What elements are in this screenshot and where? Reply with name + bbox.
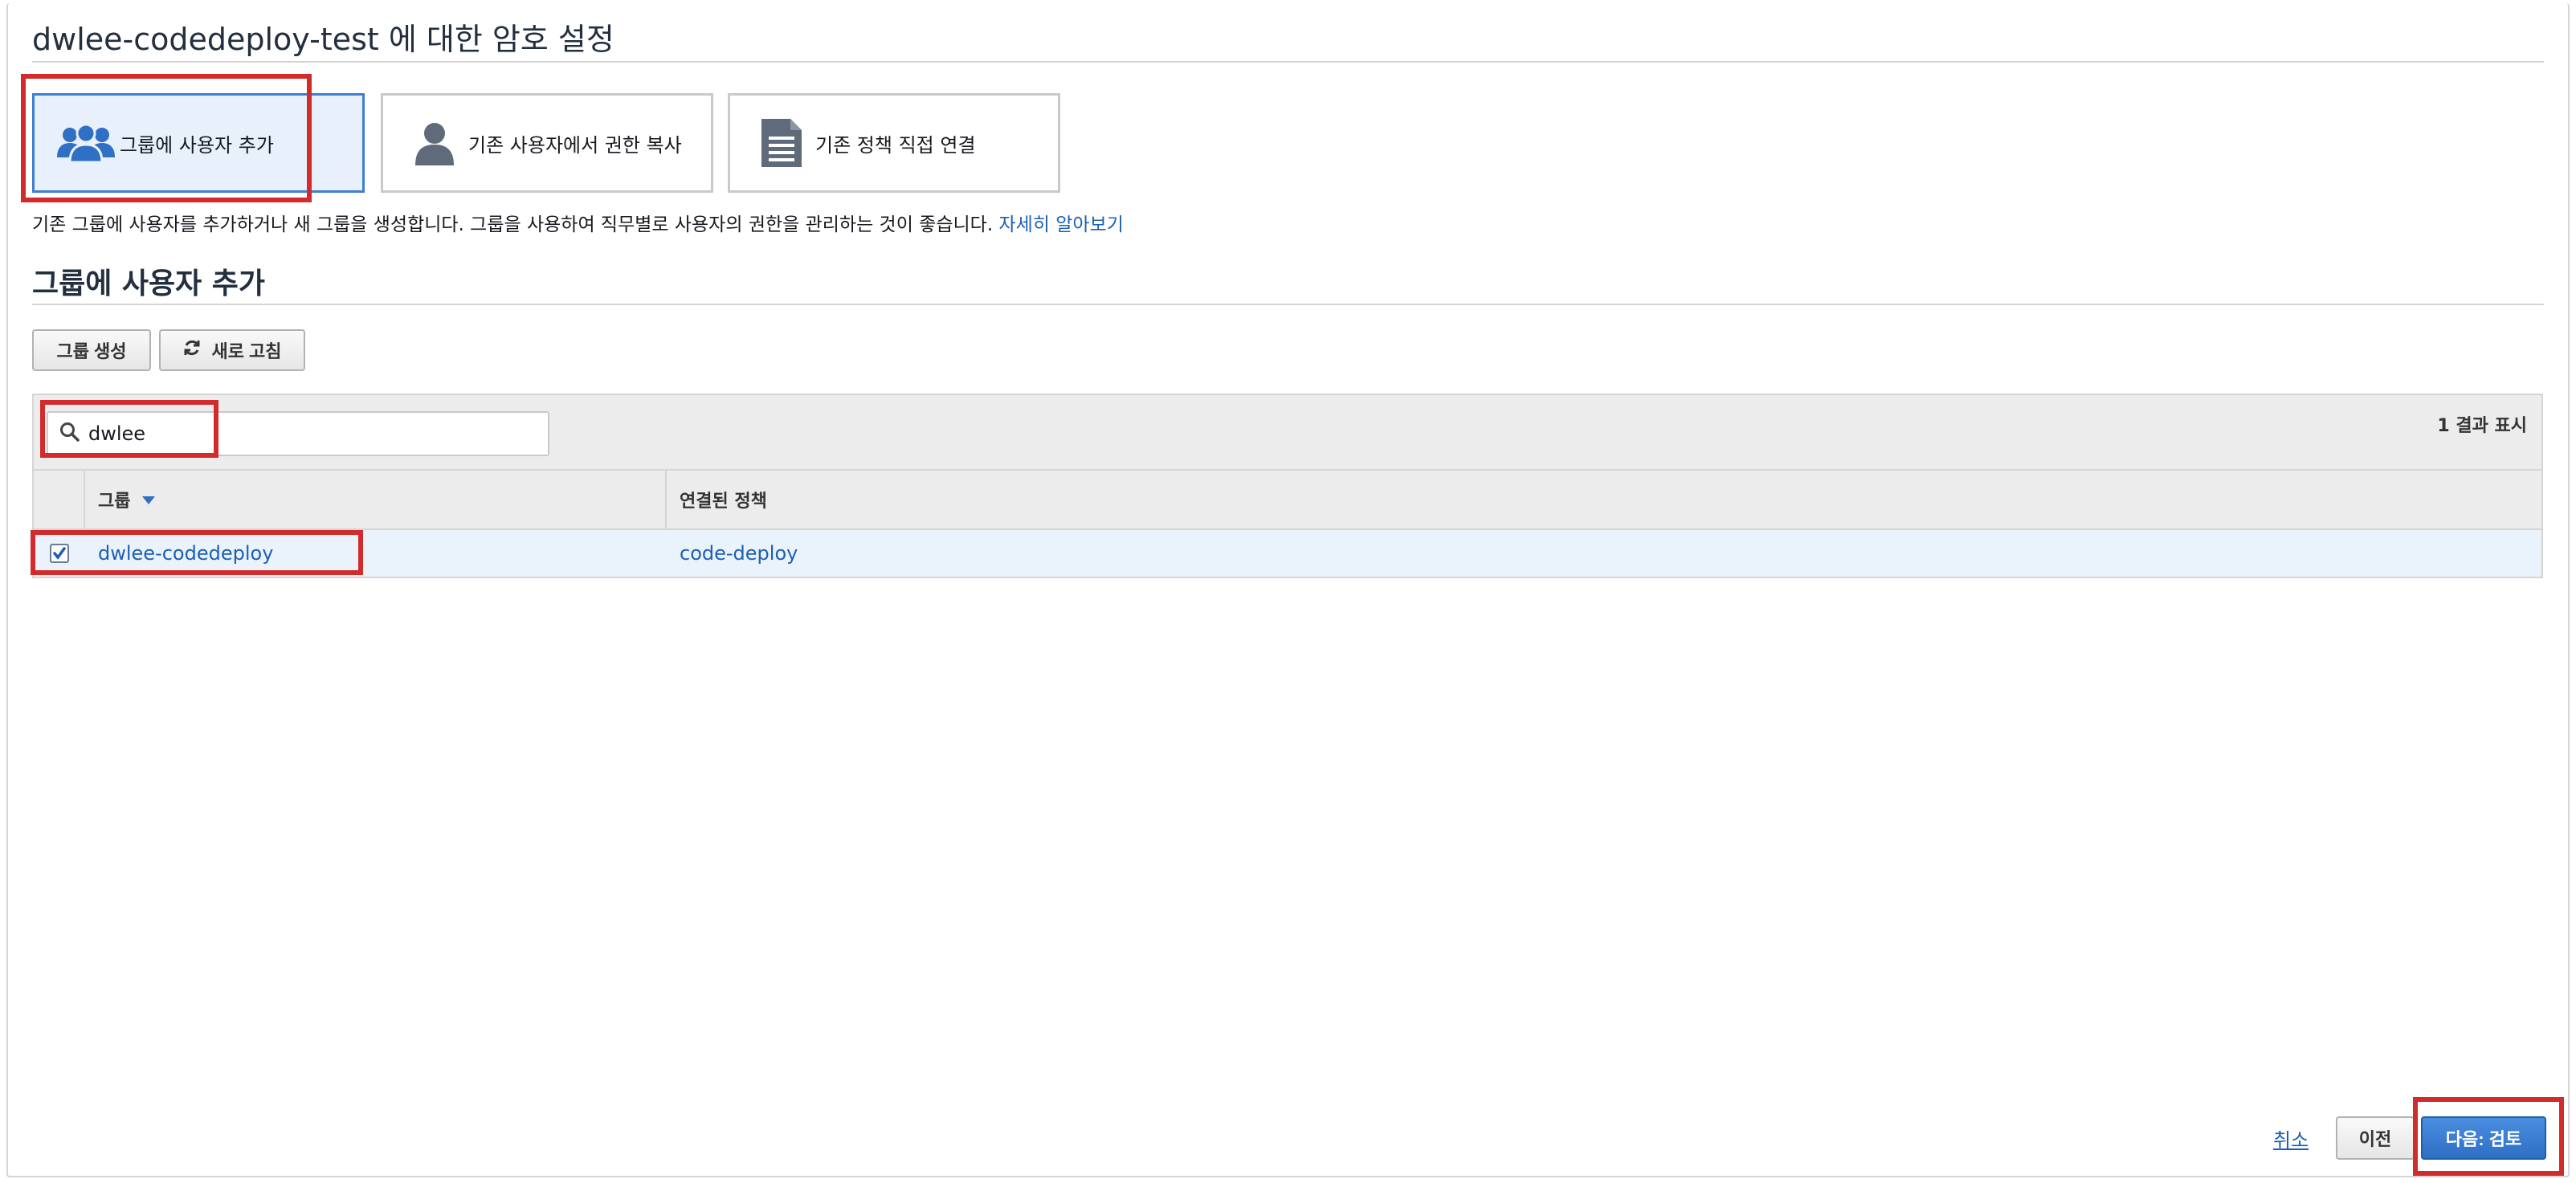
column-header-policy[interactable]: 연결된 정책 (667, 471, 2541, 528)
search-icon (59, 422, 80, 446)
description-text: 기존 그룹에 사용자를 추가하거나 새 그룹을 생성합니다. 그룹을 사용하여 … (32, 214, 994, 235)
next-review-button[interactable]: 다음: 검토 (2421, 1116, 2546, 1160)
section-divider (32, 304, 2544, 305)
refresh-label: 새로 고침 (211, 341, 282, 361)
refresh-icon (182, 338, 202, 362)
option-add-to-group[interactable]: 그룹에 사용자 추가 (32, 93, 365, 193)
column-label: 연결된 정책 (680, 492, 767, 512)
row-select-cell (34, 544, 85, 563)
document-icon (748, 117, 815, 169)
select-column-header (34, 471, 85, 528)
column-label: 그룹 (98, 492, 131, 512)
title-divider (32, 61, 2544, 63)
table-toolbar: 1 결과 표시 (34, 395, 2541, 471)
refresh-button[interactable]: 새로 고침 (159, 329, 305, 371)
option-attach-policy[interactable]: 기존 정책 직접 연결 (728, 93, 1060, 193)
row-checkbox[interactable] (50, 544, 69, 563)
option-label: 기존 정책 직접 연결 (815, 133, 976, 157)
option-copy-permissions[interactable]: 기존 사용자에서 권한 복사 (381, 93, 713, 193)
create-group-label: 그룹 생성 (56, 341, 127, 361)
search-input[interactable] (88, 422, 522, 445)
policy-link[interactable]: code-deploy (667, 542, 2541, 565)
page-title: dwlee-codedeploy-test 에 대한 암호 설정 (32, 22, 614, 57)
cancel-link[interactable]: 취소 (2273, 1124, 2309, 1152)
table-row[interactable]: dwlee-codedeploy code-deploy (34, 530, 2541, 577)
previous-label: 이전 (2358, 1129, 2392, 1149)
group-name-link[interactable]: dwlee-codedeploy (85, 542, 667, 565)
groups-table: 1 결과 표시 그룹 연결된 정책 dwlee-codedeploy code-… (32, 394, 2543, 578)
section-title: 그룹에 사용자 추가 (32, 267, 266, 300)
previous-button[interactable]: 이전 (2336, 1116, 2415, 1160)
checkmark-icon (53, 547, 66, 560)
create-group-button[interactable]: 그룹 생성 (32, 329, 151, 371)
learn-more-link[interactable]: 자세히 알아보기 (998, 214, 1123, 235)
column-header-group[interactable]: 그룹 (85, 471, 667, 528)
result-count: 1 결과 표시 (2437, 416, 2527, 436)
table-header: 그룹 연결된 정책 (34, 471, 2541, 530)
sort-desc-icon (141, 490, 156, 510)
option-label: 기존 사용자에서 권한 복사 (468, 133, 682, 157)
search-box[interactable] (47, 411, 549, 456)
next-review-label: 다음: 검토 (2445, 1129, 2522, 1149)
option-label: 그룹에 사용자 추가 (120, 133, 274, 157)
user-icon (401, 119, 468, 167)
users-group-icon (52, 120, 120, 165)
option-description: 기존 그룹에 사용자를 추가하거나 새 그룹을 생성합니다. 그룹을 사용하여 … (32, 209, 1124, 236)
